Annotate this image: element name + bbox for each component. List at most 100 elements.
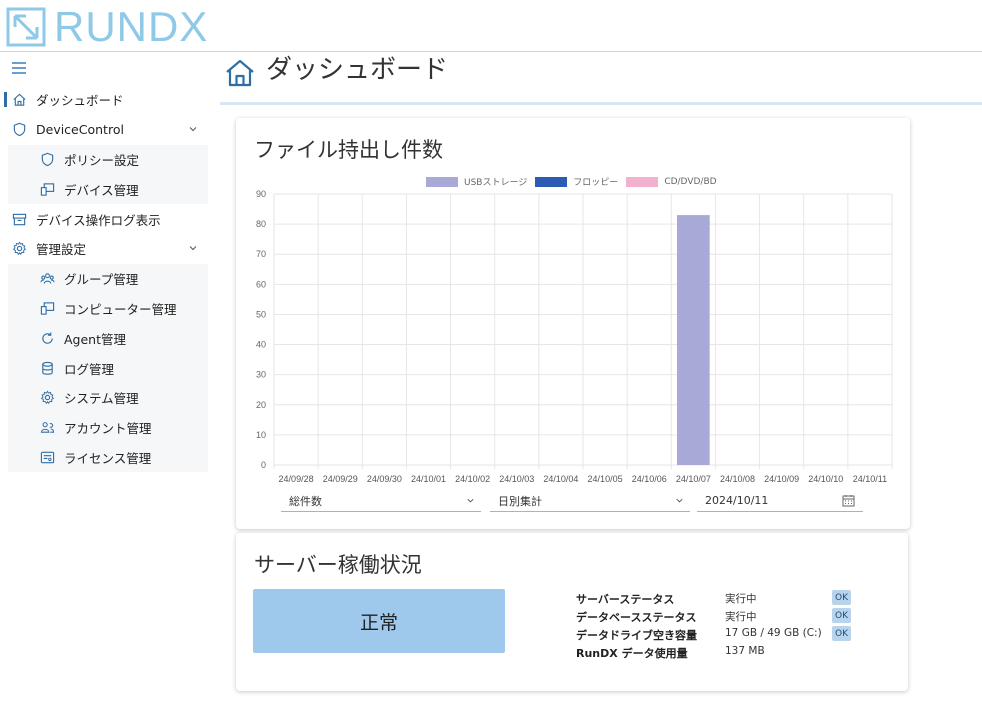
server-status-card: サーバー稼働状況 正常 サーバーステータス 実行中 OK データベースステータス… bbox=[236, 533, 908, 691]
sidebar-item-label: デバイス管理 bbox=[64, 182, 139, 198]
sidebar-item-system-management[interactable]: システム管理 bbox=[8, 382, 208, 413]
chevron-down-icon bbox=[676, 498, 683, 503]
total-count-select[interactable]: 総件数 bbox=[281, 490, 481, 512]
sidebar-item-label: グループ管理 bbox=[64, 272, 139, 288]
sidebar-item-computer-management[interactable]: コンピューター管理 bbox=[8, 293, 208, 324]
card-title: サーバー稼働状況 bbox=[254, 553, 422, 577]
shield-icon bbox=[40, 152, 55, 167]
sidebar-item-label: Agent管理 bbox=[64, 331, 126, 347]
sidebar-item-label: システム管理 bbox=[64, 391, 139, 407]
x-tick-label: 24/10/10 bbox=[808, 474, 843, 484]
chevron-down-icon[interactable] bbox=[188, 124, 198, 134]
chevron-down-icon bbox=[467, 498, 474, 503]
sidebar-item-license-management[interactable]: ライセンス管理 bbox=[8, 442, 208, 473]
page-header: ダッシュボード bbox=[220, 53, 982, 105]
home-icon bbox=[12, 92, 27, 107]
page-title: ダッシュボード bbox=[266, 55, 449, 85]
x-tick-label: 24/10/04 bbox=[543, 474, 578, 484]
y-tick-label: 50 bbox=[256, 309, 266, 319]
sidebar: ダッシュボード DeviceControl ポリシー設定 デバイス管理 デバイス… bbox=[0, 53, 212, 719]
sidebar-item-label: ライセンス管理 bbox=[64, 450, 152, 466]
sidebar-item-label: DeviceControl bbox=[36, 122, 124, 138]
status-row: データベースステータス 実行中 OK bbox=[576, 607, 876, 625]
y-tick-label: 0 bbox=[261, 460, 266, 470]
file-export-card: ファイル持出し件数 USBストレージ フロッピー CD/DVD/BD 0 10 20… bbox=[236, 118, 910, 529]
y-tick-label: 80 bbox=[256, 219, 266, 229]
sidebar-item-group-management[interactable]: グループ管理 bbox=[8, 263, 208, 294]
group-icon bbox=[40, 271, 55, 286]
archive-icon bbox=[12, 212, 27, 227]
y-tick-label: 90 bbox=[256, 189, 266, 199]
x-tick-label: 24/10/11 bbox=[853, 474, 887, 484]
x-tick-label: 24/10/07 bbox=[676, 474, 711, 484]
logo-mark-icon bbox=[6, 7, 46, 47]
x-tick-label: 24/09/30 bbox=[367, 474, 402, 484]
top-bar: RUNDX bbox=[0, 0, 982, 52]
y-tick-label: 40 bbox=[256, 340, 266, 350]
status-row: サーバーステータス 実行中 OK bbox=[576, 589, 876, 607]
y-tick-label: 30 bbox=[256, 370, 266, 380]
ok-badge: OK bbox=[832, 590, 851, 605]
app-logo[interactable]: RUNDX bbox=[6, 3, 209, 50]
sidebar-item-policy[interactable]: ポリシー設定 bbox=[8, 144, 208, 175]
status-row: データドライブ空き容量 17 GB / 49 GB (C:) OK bbox=[576, 625, 876, 643]
sidebar-item-dashboard[interactable]: ダッシュボード bbox=[0, 85, 212, 115]
sidebar-item-label: ダッシュボード bbox=[36, 93, 124, 109]
home-icon bbox=[226, 59, 254, 87]
status-value: 実行中 bbox=[725, 593, 757, 605]
device-icon bbox=[40, 182, 55, 197]
sidebar-item-admin-settings[interactable]: 管理設定 bbox=[0, 234, 212, 264]
date-value: 2024/10/11 bbox=[705, 494, 769, 507]
sidebar-item-device-log[interactable]: デバイス操作ログ表示 bbox=[0, 204, 212, 234]
computer-icon bbox=[40, 301, 55, 316]
sidebar-item-label: アカウント管理 bbox=[64, 421, 152, 437]
database-icon bbox=[40, 361, 55, 376]
x-tick-label: 24/10/03 bbox=[499, 474, 534, 484]
sidebar-item-log-management[interactable]: ログ管理 bbox=[8, 353, 208, 383]
x-tick-label: 24/10/05 bbox=[588, 474, 623, 484]
gear-icon bbox=[12, 241, 27, 256]
status-label: RunDX データ使用量 bbox=[576, 647, 688, 660]
x-tick-label: 24/10/06 bbox=[632, 474, 667, 484]
sidebar-item-devicecontrol[interactable]: DeviceControl bbox=[0, 115, 212, 145]
date-input[interactable]: 2024/10/11 bbox=[697, 490, 863, 512]
status-value: 137 MB bbox=[725, 645, 765, 657]
gear-icon bbox=[40, 390, 55, 405]
status-value: 実行中 bbox=[725, 611, 757, 623]
sidebar-nav: ダッシュボード DeviceControl ポリシー設定 デバイス管理 デバイス… bbox=[0, 85, 212, 473]
y-tick-label: 10 bbox=[256, 430, 266, 440]
sidebar-item-account-management[interactable]: アカウント管理 bbox=[8, 412, 208, 443]
y-tick-label: 20 bbox=[256, 400, 266, 410]
y-tick-label: 60 bbox=[256, 279, 266, 289]
y-tick-label: 70 bbox=[256, 249, 266, 259]
status-row: RunDX データ使用量 137 MB bbox=[576, 643, 876, 661]
status-table: サーバーステータス 実行中 OK データベースステータス 実行中 OK データド… bbox=[576, 589, 876, 661]
aggregation-select[interactable]: 日別集計 bbox=[490, 490, 690, 512]
x-tick-label: 24/09/28 bbox=[279, 474, 314, 484]
users-icon bbox=[40, 420, 55, 435]
ok-badge: OK bbox=[832, 626, 851, 641]
refresh-icon bbox=[40, 331, 55, 346]
server-status-indicator: 正常 bbox=[253, 589, 505, 653]
x-tick-label: 24/09/29 bbox=[323, 474, 358, 484]
sidebar-item-agent-management[interactable]: Agent管理 bbox=[8, 323, 208, 354]
status-label: データドライブ空き容量 bbox=[576, 629, 697, 642]
select-value: 総件数 bbox=[289, 494, 322, 508]
sidebar-item-device-management[interactable]: デバイス管理 bbox=[8, 174, 208, 205]
sidebar-item-label: デバイス操作ログ表示 bbox=[36, 212, 161, 228]
x-tick-label: 24/10/02 bbox=[455, 474, 490, 484]
hamburger-menu-icon[interactable] bbox=[11, 61, 27, 75]
sidebar-item-label: 管理設定 bbox=[36, 242, 87, 258]
sidebar-item-label: ポリシー設定 bbox=[64, 152, 140, 168]
select-value: 日別集計 bbox=[498, 494, 542, 508]
x-tick-label: 24/10/08 bbox=[720, 474, 755, 484]
x-tick-label: 24/10/09 bbox=[764, 474, 799, 484]
logo-text: RUNDX bbox=[54, 3, 209, 50]
calendar-icon[interactable] bbox=[842, 494, 855, 507]
sidebar-item-label: ログ管理 bbox=[64, 361, 115, 377]
shield-icon bbox=[12, 122, 27, 137]
ok-badge: OK bbox=[832, 608, 851, 623]
license-icon bbox=[40, 450, 55, 465]
chevron-down-icon[interactable] bbox=[188, 243, 198, 253]
bar-chart: 0 10 20 30 40 50 60 70 80 90 24/09/28 24/09/29 24/09… bbox=[256, 189, 893, 484]
